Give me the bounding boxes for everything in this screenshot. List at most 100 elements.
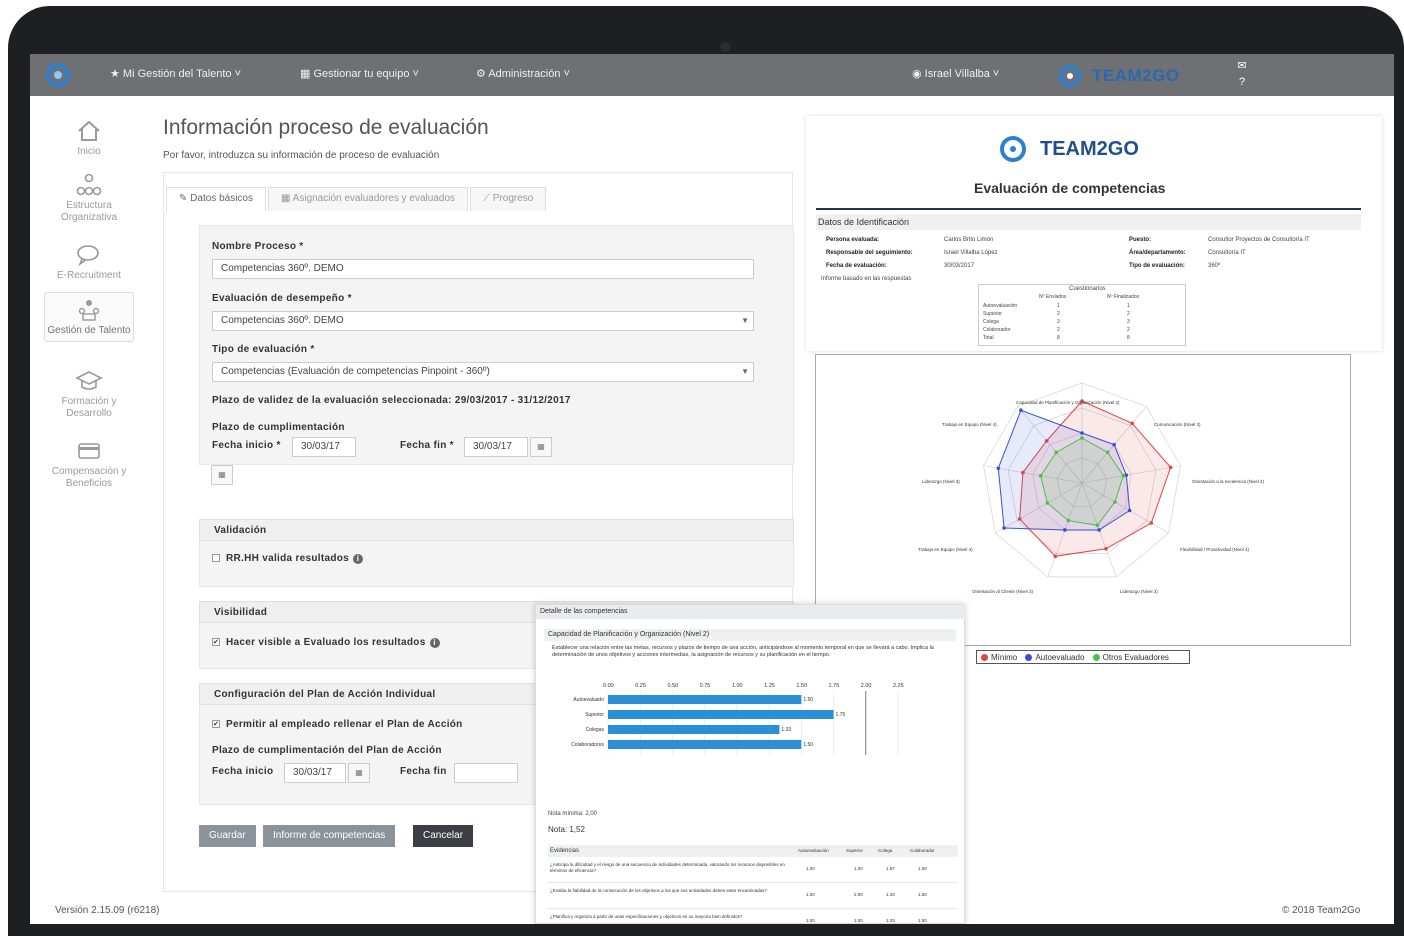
tab-asignacion[interactable]: ▦ Asignación evaluadores y evaluados: [267, 187, 469, 211]
bar-value-label: 1.33: [781, 727, 791, 733]
sidebar-item-inicio[interactable]: Inicio: [44, 118, 134, 158]
credit-card-icon: [78, 443, 100, 459]
legend-auto: Autoevaluado: [1035, 653, 1085, 662]
sidebar-item-formacion[interactable]: Formación y Desarrollo: [44, 368, 134, 420]
radar-series-minimo-point: [1130, 421, 1134, 426]
user-menu[interactable]: ◉ Israel Villalba ˅: [912, 67, 999, 80]
tab-datos-basicos[interactable]: ✎ Datos básicos: [166, 187, 266, 211]
info-icon[interactable]: i: [353, 554, 364, 564]
fecha-inicio-input[interactable]: 30/03/17: [292, 437, 356, 457]
bar-category-label: Autoevaluado: [573, 697, 604, 703]
evid-cell: 1.00: [854, 918, 863, 923]
checkbox-checked-icon: ✔: [212, 720, 220, 729]
report-divider: [816, 208, 1361, 210]
informe-button[interactable]: Informe de competencias: [263, 825, 396, 847]
table-icon: ▦: [280, 193, 293, 204]
cancelar-button[interactable]: Cancelar: [413, 825, 474, 847]
radar-axis-label: Orientación al Cliente (Nivel 3): [972, 589, 1034, 594]
edit-icon: ✎: [179, 193, 191, 204]
fecha-fin-label: Fecha fin *: [400, 440, 454, 451]
radar-series-auto-point: [1112, 442, 1116, 447]
page-title: Información proceso de evaluación: [163, 116, 489, 139]
evid-col-header: Colaborador: [910, 848, 935, 853]
fecha-fin-input[interactable]: 30/03/17: [464, 437, 528, 457]
gears-icon: ⚙: [476, 68, 489, 80]
copyright-text: © 2018 Team2Go: [1282, 905, 1361, 916]
sidebar-item-talento[interactable]: Gestión de Talento: [44, 292, 134, 342]
report-title: Evaluación de competencias: [974, 180, 1166, 196]
evid-row: ¿Anticipa la dificultad y el riesgo de u…: [548, 857, 958, 883]
top-navbar: ★ Mi Gestión del Talento ˅ ▦ Gestionar t…: [30, 54, 1394, 96]
legend-otros: Otros Evaluadores: [1102, 653, 1169, 662]
radar-series-otros-point: [1045, 501, 1050, 505]
app-logo-icon[interactable]: [42, 63, 74, 87]
tipo-select[interactable]: Competencias (Evaluación de competencias…: [212, 362, 754, 382]
radar-series-auto-point: [1019, 408, 1023, 413]
ident-cell: Puesto:: [1129, 237, 1152, 243]
evid-row: ¿Planifica y organiza a partir de unas e…: [548, 909, 958, 924]
guardar-button[interactable]: Guardar: [199, 825, 256, 847]
info-icon[interactable]: i: [429, 638, 440, 648]
evid-cell: ¿Planifica y organiza a partir de unas e…: [550, 914, 743, 919]
visibilidad-checkbox[interactable]: ✔ Hacer visible a Evaluado los resultados…: [212, 637, 440, 648]
calendar-icon[interactable]: ▦: [530, 437, 552, 457]
table-cell: 2: [1127, 327, 1130, 333]
ident-cell: 360º: [1208, 263, 1221, 269]
radar-axis-label: Trabajo en Equipo (Nivel 4): [918, 547, 973, 552]
top-icons: ✉ ?: [1235, 58, 1249, 90]
nav-administracion[interactable]: ⚙ Administración ˅: [476, 67, 570, 80]
help-icon[interactable]: ?: [1235, 74, 1249, 90]
ident-cell: Carlos Brito Limón: [944, 237, 994, 243]
sidebar-item-label: Compensación y Beneficios: [51, 466, 127, 489]
brand-text: TEAM2GO: [1092, 66, 1180, 85]
evaluacion-label: Evaluación de desempeño *: [212, 293, 352, 304]
bar: [608, 725, 780, 734]
evaluacion-select[interactable]: Competencias 360º. DEMO ▼: [212, 311, 754, 331]
sidebar-item-label: Inicio: [77, 146, 101, 157]
radar-series-auto-point: [996, 466, 1001, 471]
table-cell: Total: [983, 335, 994, 341]
nav-mi-gestion[interactable]: ★ Mi Gestión del Talento ˅: [110, 67, 241, 80]
legend-dot-minimo: [981, 654, 988, 662]
table-cell: 3: [1057, 319, 1060, 325]
report-brand: TEAM2GO: [996, 134, 1139, 164]
evid-col-header: Superior: [846, 848, 864, 853]
nav-gestionar-equipo[interactable]: ▦ Gestionar tu equipo ˅: [300, 67, 419, 80]
plan-fin-input[interactable]: [454, 763, 518, 783]
sidebar-item-estructura[interactable]: Estructura Organizativa: [44, 172, 134, 224]
table-cell: 2: [1057, 311, 1060, 317]
calendar-icon[interactable]: ▦: [211, 465, 233, 485]
sidebar-item-compensacion[interactable]: Compensación y Beneficios: [44, 438, 134, 490]
validacion-checkbox[interactable]: RR.HH valida resultados i: [212, 553, 364, 564]
tab-progreso[interactable]: ⟋ Progreso: [470, 187, 547, 211]
evid-cell: ¿Evalúa la fiabilidad de la consecución …: [550, 888, 767, 893]
table-cell: 3: [1127, 319, 1130, 325]
cuestionarios-table: Cuestionarios Nº Enviados Nº Finalizados A…: [978, 284, 1186, 346]
table-cell: Colaborador: [983, 327, 1011, 333]
ident-cell: Fecha de evaluación:: [826, 263, 887, 269]
evid-cell: 1.00: [806, 866, 815, 871]
config-checkbox[interactable]: ✔ Permitir al empleado rellenar el Plan d…: [212, 719, 463, 730]
bar-tick-label: 0.75: [700, 683, 711, 689]
plan-inicio-input[interactable]: 30/03/17: [284, 763, 346, 783]
ident-cell: Área/departamento:: [1129, 250, 1186, 256]
calendar-icon[interactable]: ▦: [348, 763, 370, 783]
radar-page: Capacidad de Planificación y Organizació…: [815, 354, 1351, 646]
radar-series-otros-point: [1038, 473, 1043, 478]
legend-dot-auto: [1025, 654, 1033, 662]
table-cell: 8: [1057, 335, 1060, 341]
radar-series-auto-point: [1097, 528, 1101, 532]
nombre-input[interactable]: Competencias 360º. DEMO: [212, 259, 754, 279]
sidebar-item-label: Gestión de Talento: [47, 325, 131, 336]
sidebar-item-label: Estructura Organizativa: [60, 200, 118, 223]
radar-axis-label: Liderazgo (Nivel 3): [922, 479, 960, 484]
validacion-header: Validación: [199, 519, 794, 541]
sidebar-item-recruitment[interactable]: E-Recruitment: [44, 242, 134, 282]
chat-icon: [77, 245, 99, 267]
table-cell: 2: [1127, 311, 1130, 317]
table-col-header: Nº Finalizados: [1107, 294, 1140, 300]
messages-icon[interactable]: ✉: [1235, 58, 1249, 74]
evid-cell: ¿Anticipa la dificultad y el riesgo de u…: [550, 862, 785, 873]
bar-chart: 0.00 0.25 0.50 0.75 1.00 1.25 1.50 1.75 2.00 2.25…: [571, 683, 904, 755]
version-text: Versión 2.15.09 (r6218): [55, 905, 160, 916]
